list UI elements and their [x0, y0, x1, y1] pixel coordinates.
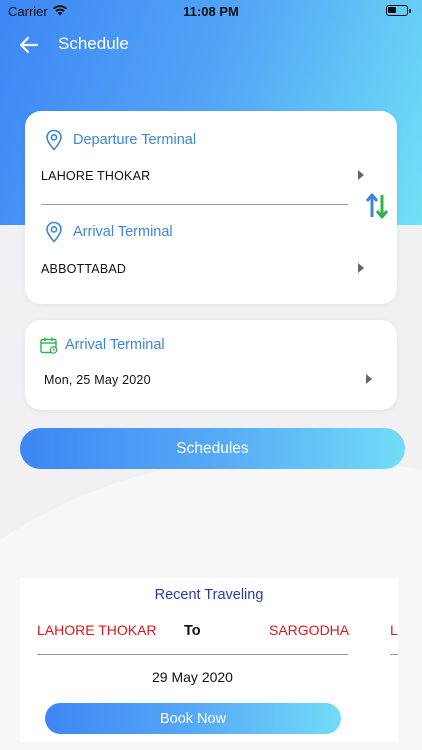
chevron-right-icon: [358, 263, 364, 273]
calendar-icon: [40, 337, 58, 354]
departure-select[interactable]: LAHORE THOKAR: [41, 163, 371, 187]
location-pin-icon: [46, 221, 62, 243]
next-route-origin-partial: L: [390, 622, 398, 638]
divider: [41, 204, 348, 205]
schedules-button[interactable]: Schedules: [20, 428, 405, 469]
terminals-card: Departure Terminal LAHORE THOKAR Arrival…: [25, 111, 397, 304]
divider: [37, 654, 348, 655]
page-title: Schedule: [58, 34, 129, 53]
arrival-select[interactable]: ABBOTTABAD: [41, 256, 371, 280]
book-now-button[interactable]: Book Now: [45, 703, 341, 734]
arrow-left-icon[interactable]: [18, 34, 40, 56]
date-label: Arrival Terminal: [65, 337, 165, 353]
route-origin: LAHORE THOKAR: [37, 622, 157, 638]
location-pin-icon: [46, 129, 62, 151]
recent-title: Recent Traveling: [154, 587, 264, 603]
date-card: Arrival Terminal Mon, 25 May 2020: [25, 320, 397, 410]
chevron-right-icon: [366, 374, 372, 384]
route-destination: SARGODHA: [269, 622, 350, 638]
recent-date: 29 May 2020: [152, 669, 233, 685]
route-to-label: To: [184, 623, 201, 639]
departure-label: Departure Terminal: [73, 132, 197, 148]
battery-icon: [386, 5, 411, 16]
recent-traveling-card[interactable]: Recent Traveling LAHORE THOKAR To SARGOD…: [20, 578, 398, 742]
clock: 11:08 PM: [183, 4, 239, 19]
date-select[interactable]: Mon, 25 May 2020: [44, 368, 379, 392]
departure-value: LAHORE THOKAR: [41, 169, 151, 183]
arrival-label: Arrival Terminal: [73, 224, 173, 240]
divider: [390, 654, 398, 655]
date-value: Mon, 25 May 2020: [44, 373, 151, 387]
arrival-value: ABBOTTABAD: [41, 262, 127, 276]
status-bar: Carrier 11:08 PM: [0, 0, 422, 24]
swap-arrows-icon[interactable]: [365, 193, 389, 219]
chevron-right-icon: [358, 170, 364, 180]
